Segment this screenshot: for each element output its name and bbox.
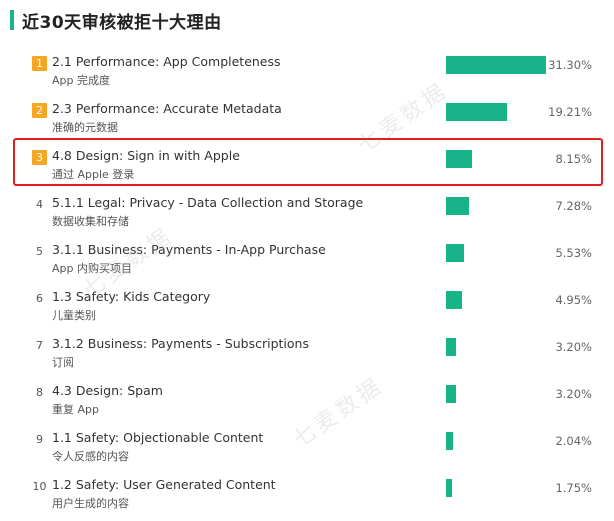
category-label: 3.1.2 Business: Payments - Subscriptions bbox=[52, 336, 309, 351]
value-label: 7.28% bbox=[555, 199, 592, 213]
category-subtitle: App 完成度 bbox=[52, 74, 110, 87]
value-label: 5.53% bbox=[555, 246, 592, 260]
bar bbox=[446, 385, 457, 403]
category-subtitle: 订阅 bbox=[52, 356, 74, 369]
value-label: 2.04% bbox=[555, 434, 592, 448]
category-label: 2.1 Performance: App Completeness bbox=[52, 54, 281, 69]
bar bbox=[446, 432, 453, 450]
bar bbox=[446, 103, 508, 121]
bar bbox=[446, 479, 452, 497]
category-subtitle: 用户生成的内容 bbox=[52, 497, 129, 510]
category-subtitle: 重复 App bbox=[52, 403, 99, 416]
category-subtitle: 数据收集和存储 bbox=[52, 215, 129, 228]
category-label: 1.2 Safety: User Generated Content bbox=[52, 477, 276, 492]
category-subtitle: 儿童类别 bbox=[52, 309, 96, 322]
rank-badge: 7 bbox=[36, 339, 43, 352]
category-label: 2.3 Performance: Accurate Metadata bbox=[52, 101, 282, 116]
value-label: 19.21% bbox=[548, 105, 592, 119]
value-label: 1.75% bbox=[555, 481, 592, 495]
rank-badge: 5 bbox=[36, 245, 43, 258]
value-label: 4.95% bbox=[555, 293, 592, 307]
category-label: 5.1.1 Legal: Privacy - Data Collection a… bbox=[52, 195, 364, 210]
bar bbox=[446, 244, 464, 262]
rank-badge: 10 bbox=[32, 480, 47, 493]
chart-row: 4 5.1.1 Legal: Privacy - Data Collection … bbox=[0, 193, 614, 239]
value-label: 31.30% bbox=[548, 58, 592, 72]
bar bbox=[446, 56, 546, 74]
category-label: 1.1 Safety: Objectionable Content bbox=[52, 430, 264, 445]
bar bbox=[446, 338, 457, 356]
category-label: 4.3 Design: Spam bbox=[52, 383, 163, 398]
bar bbox=[446, 291, 462, 309]
value-label: 3.20% bbox=[555, 340, 592, 354]
highlight-box bbox=[13, 138, 603, 186]
rank-badge: 9 bbox=[36, 433, 43, 446]
category-label: 1.3 Safety: Kids Category bbox=[52, 289, 211, 304]
chart-row: 10 1.2 Safety: User Generated Content 用户生成… bbox=[0, 475, 614, 521]
category-subtitle: 准确的元数据 bbox=[52, 121, 118, 134]
chart-row: 1 2.1 Performance: App Completeness App 完成… bbox=[0, 52, 614, 98]
chart-row: 7 3.1.2 Business: Payments - Subscription… bbox=[0, 334, 614, 380]
category-label: 3.1.1 Business: Payments - In-App Purcha… bbox=[52, 242, 326, 257]
rank-badge: 2 bbox=[32, 103, 47, 118]
category-subtitle: 令人反感的内容 bbox=[52, 450, 129, 463]
rank-badge: 4 bbox=[36, 198, 43, 211]
rank-badge: 1 bbox=[32, 56, 47, 71]
bar bbox=[446, 197, 470, 215]
rank-badge: 8 bbox=[36, 386, 43, 399]
rank-badge: 6 bbox=[36, 292, 43, 305]
value-label: 3.20% bbox=[555, 387, 592, 401]
